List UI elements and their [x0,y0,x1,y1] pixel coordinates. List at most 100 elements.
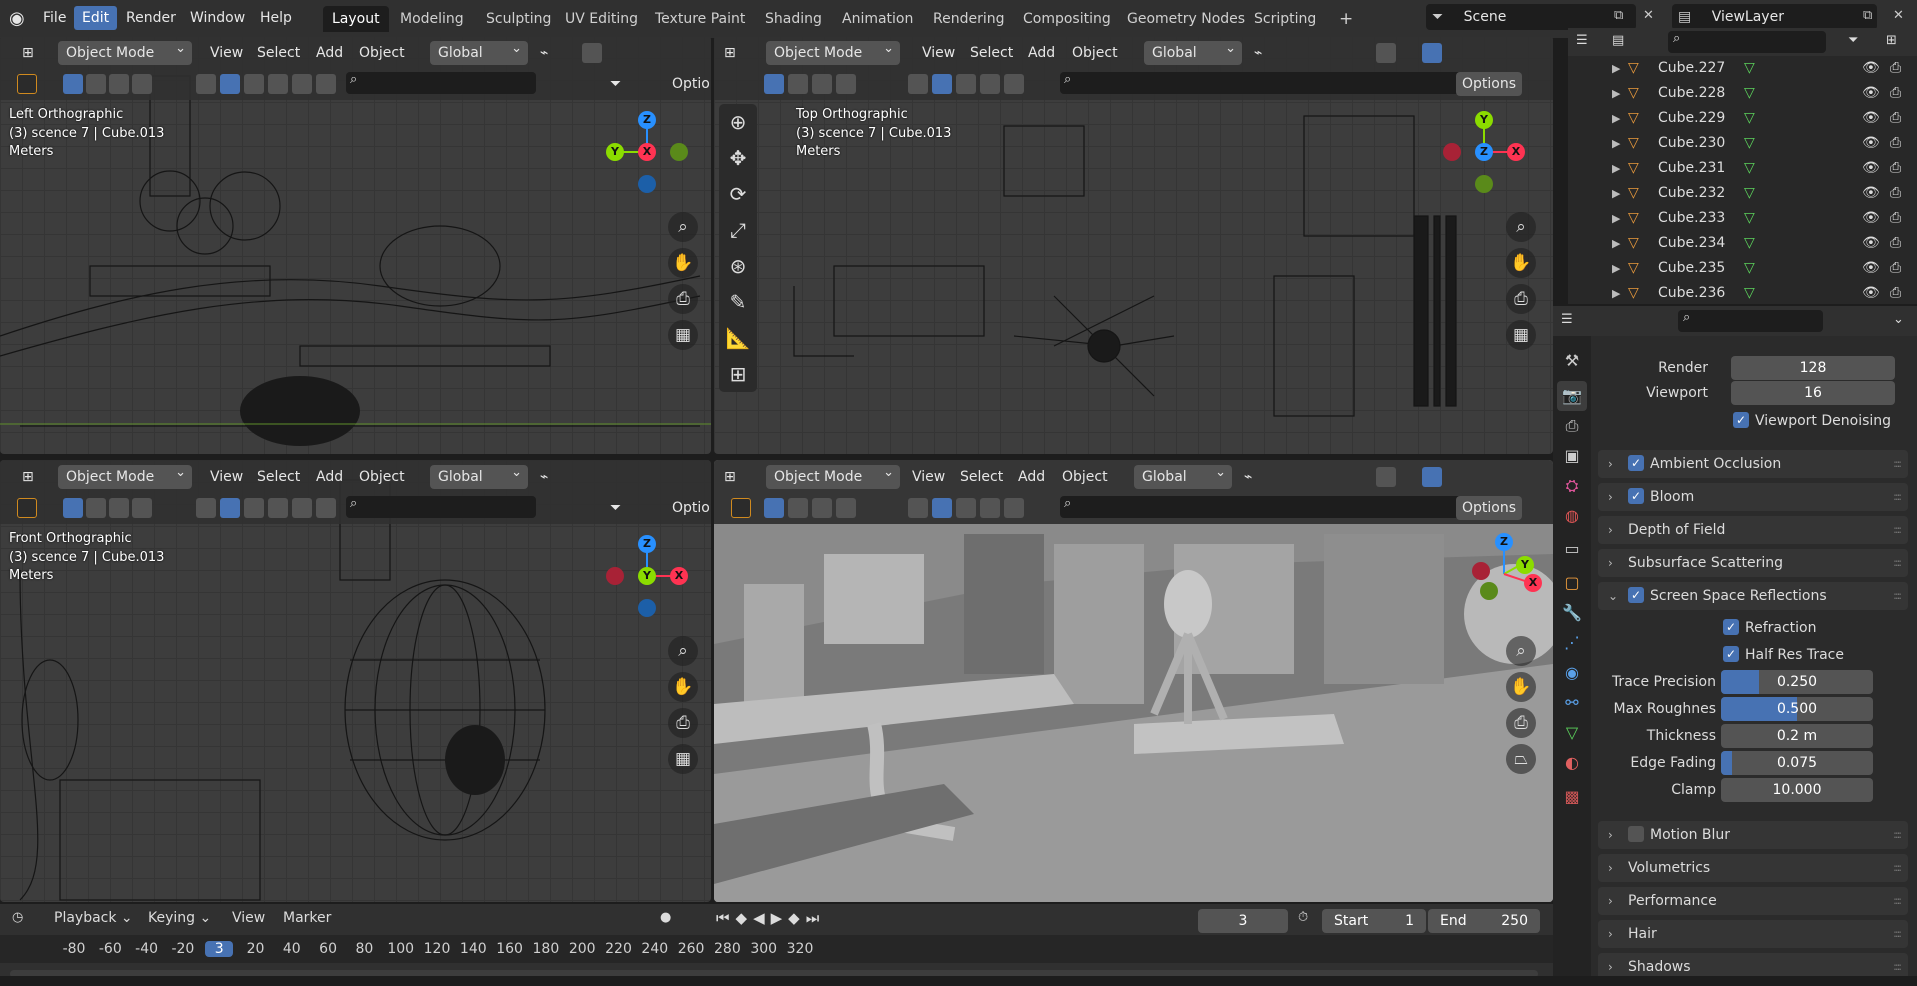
drag-handle-icon[interactable]: :::: [1893,516,1902,544]
checkbox-checked-icon[interactable]: ✓ [1628,455,1644,471]
outliner-row[interactable]: ▶ ▽ Cube.234 ▽ 👁 ⎙ [1568,231,1917,256]
copy-view-layer-icon[interactable]: ⧉ [1863,8,1872,23]
render-camera-icon[interactable]: ⎙ [1890,256,1901,281]
filter-icon[interactable]: ⏷ [610,496,621,520]
playhead-frame[interactable]: 3 [205,941,234,957]
max-roughness-slider[interactable]: 0.500 [1721,697,1873,721]
select-mode-extend-icon[interactable] [86,498,106,518]
filter-icon[interactable]: ⏷ [1848,33,1858,48]
gizmo-neg-x-axis[interactable] [1443,143,1461,161]
select-tool-icon[interactable] [17,498,37,518]
tab-rendering[interactable]: Rendering [924,6,1014,32]
orientation-dropdown[interactable]: Global [430,461,528,489]
expand-arrow-icon[interactable]: ▶ [1612,81,1620,106]
tab-compositing[interactable]: Compositing [1014,6,1120,32]
editor-type-icon[interactable]: ☰ [1561,312,1573,327]
drag-handle-icon[interactable]: :::: [1893,821,1902,849]
expand-arrow-icon[interactable]: ▶ [1612,56,1620,81]
gizmo-z-axis[interactable]: Z [1495,533,1513,551]
select-mode-extend-icon[interactable] [86,74,106,94]
gizmo-neg-y-axis[interactable] [1480,582,1498,600]
tab-shading[interactable]: Shading [756,6,831,32]
gizmo-x-axis[interactable]: X [1524,574,1542,592]
camera-icon[interactable]: ⎙ [668,708,698,738]
gizmo-y-axis[interactable]: Y [638,567,656,585]
gizmo-neg-x-axis[interactable] [1472,562,1490,580]
panel-motion-blur[interactable]: › Motion Blur:::: [1598,821,1908,849]
world-tab-icon[interactable]: ◍ [1557,501,1587,531]
menu-edit[interactable]: Edit [74,6,118,30]
search-input[interactable]: ⌕ [346,72,536,94]
viewport-perspective[interactable]: ⊞ Object Mode View Select Add Object Glo… [714,460,1553,902]
shading-render-icon[interactable] [268,498,288,518]
tab-scripting[interactable]: Scripting [1245,6,1325,32]
play-reverse-icon[interactable]: ◀ [753,909,771,927]
zoom-icon[interactable]: ⌕ [1506,212,1536,242]
render-camera-icon[interactable]: ⎙ [1890,81,1901,106]
panel-volumetrics[interactable]: › Volumetrics:::: [1598,854,1908,882]
render-camera-icon[interactable]: ⎙ [1890,231,1901,256]
visibility-eye-icon[interactable]: 👁 [1862,231,1880,256]
tab-modeling[interactable]: Modeling [391,6,473,32]
checkbox-unchecked-icon[interactable] [1628,826,1644,842]
pan-hand-icon[interactable]: ✋ [668,672,698,702]
tab-sculpting[interactable]: Sculpting [477,6,560,32]
tab-layout[interactable]: Layout [323,6,389,32]
pan-hand-icon[interactable]: ✋ [1506,672,1536,702]
annotate-tool-icon[interactable]: ✎ [719,284,757,320]
edge-fading-slider[interactable]: 0.075 [1721,751,1873,775]
render-camera-icon[interactable]: ⎙ [1890,106,1901,131]
record-icon[interactable]: ● [660,910,671,925]
menu-view[interactable]: View [232,910,265,926]
current-frame-field[interactable]: 3 [1198,909,1288,933]
viewport-front-ortho[interactable]: ⊞ Object Mode View Select Add Object Glo… [0,460,711,902]
gizmo-y-axis[interactable]: Y [606,143,624,161]
navigation-gizmo[interactable]: Y Z X [1442,110,1526,194]
expand-arrow-icon[interactable]: ▶ [1612,206,1620,231]
shading-wire-icon[interactable] [220,74,240,94]
perspective-toggle-icon[interactable]: ⏢ [1506,744,1536,774]
expand-arrow-icon[interactable]: ▶ [1612,231,1620,256]
select-mode-subtract-icon[interactable] [109,498,129,518]
render-camera-icon[interactable]: ⎙ [1890,206,1901,231]
menu-file[interactable]: File [35,6,74,30]
panel-bloom[interactable]: › ✓ Bloom:::: [1598,483,1908,511]
expand-arrow-icon[interactable]: ▶ [1612,256,1620,281]
new-collection-icon[interactable]: ⊞ [1886,33,1897,48]
viewport-denoising-checkbox[interactable]: ✓ Viewport Denoising [1733,412,1891,429]
shading-wire-icon[interactable] [220,498,240,518]
render-tab-icon[interactable]: 📷 [1557,381,1587,411]
expand-arrow-icon[interactable]: ▶ [1612,156,1620,181]
snap-icon[interactable]: ⌁ [1244,465,1252,489]
add-workspace-button[interactable]: + [1330,6,1362,32]
select-mode-extend-icon[interactable] [788,498,808,518]
orientation-dropdown[interactable]: Global [1144,37,1242,65]
gizmo-z-axis[interactable]: Z [638,111,656,129]
stopwatch-icon[interactable]: ⏱ [1298,910,1308,925]
tab-uv-editing[interactable]: UV Editing [556,6,647,32]
camera-icon[interactable]: ⎙ [1506,284,1536,314]
gizmo-neg-y-axis[interactable] [1475,175,1493,193]
viewport-left-ortho[interactable]: ⊞ Object Mode View Select Add Object Glo… [0,36,711,454]
mode-dropdown[interactable]: Object Mode [766,37,900,65]
render-camera-icon[interactable]: ⎙ [1890,56,1901,81]
overlay-icon[interactable] [1004,74,1024,94]
drag-handle-icon[interactable]: :::: [1893,582,1902,610]
tab-texture-paint[interactable]: Texture Paint [646,6,754,32]
shading-wire-icon[interactable] [932,498,952,518]
outliner-row[interactable]: ▶ ▽ Cube.231 ▽ 👁 ⎙ [1568,156,1917,181]
grid-icon[interactable]: ▦ [668,744,698,774]
view-layer-tab-icon[interactable]: ▣ [1557,441,1587,471]
orientation-dropdown[interactable]: Global [430,37,528,65]
mode-dropdown[interactable]: Object Mode [58,461,192,489]
outliner-row[interactable]: ▶ ▽ Cube.230 ▽ 👁 ⎙ [1568,131,1917,156]
shading-wire-icon[interactable] [932,74,952,94]
outliner-row[interactable]: ▶ ▽ Cube.229 ▽ 👁 ⎙ [1568,106,1917,131]
drag-handle-icon[interactable]: :::: [1893,483,1902,511]
menu-add[interactable]: Add [1028,41,1055,65]
checkbox-checked-icon[interactable]: ✓ [1628,488,1644,504]
refraction-checkbox[interactable]: ✓ Refraction [1723,619,1817,636]
gizmo-neg-y-axis[interactable] [670,143,688,161]
menu-object[interactable]: Object [1072,41,1118,65]
scale-tool-icon[interactable]: ⤢ [719,212,757,248]
